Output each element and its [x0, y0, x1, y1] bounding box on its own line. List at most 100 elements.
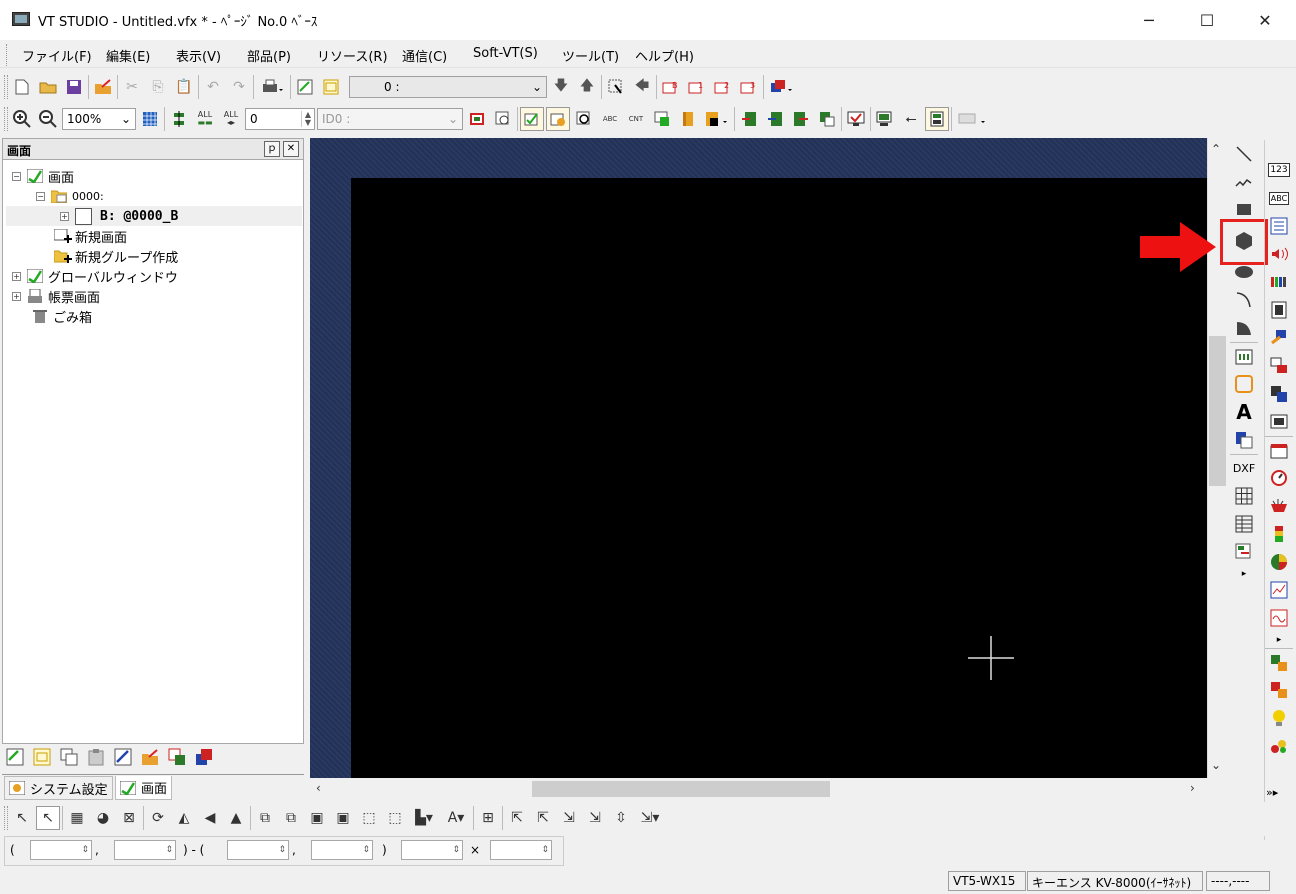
arrow-up-icon[interactable]: 🡅	[575, 75, 599, 99]
cnt-icon[interactable]: CNT	[624, 107, 648, 131]
numeric-display-icon[interactable]: 123	[1265, 156, 1293, 184]
undo-icon[interactable]: ↶	[201, 75, 225, 99]
screen-switch-icon[interactable]	[1265, 408, 1293, 436]
menu-view[interactable]: 表示(V)	[176, 46, 221, 65]
pie-chart-icon[interactable]	[1265, 548, 1293, 576]
monitor-icon[interactable]	[844, 107, 868, 131]
polyline-tool-icon[interactable]	[1230, 168, 1258, 196]
menu-edit[interactable]: 編集(E)	[106, 46, 150, 65]
panel-close-button[interactable]: ✕	[283, 141, 299, 157]
alt-all-icon-2[interactable]: ALL ◂▸	[219, 107, 243, 131]
select-pointer-icon[interactable]: ↖	[36, 806, 60, 830]
send-back-icon[interactable]: ⧉	[279, 806, 303, 830]
open-folder-icon[interactable]	[36, 75, 60, 99]
display-icon[interactable]	[465, 107, 489, 131]
close-button[interactable]: ✕	[1236, 0, 1294, 40]
table-tool-icon[interactable]	[1230, 482, 1258, 510]
switch-icon[interactable]	[1265, 324, 1293, 352]
screen-icon[interactable]	[6, 748, 24, 766]
sector-tool-icon[interactable]	[1230, 314, 1258, 342]
expand-icon[interactable]: +	[60, 211, 69, 221]
numeric-object-icon[interactable]: ▦	[65, 806, 89, 830]
screen-edit-icon[interactable]	[293, 75, 317, 99]
transfer-in-icon[interactable]	[737, 107, 761, 131]
menu-comm[interactable]: 通信(C)	[402, 46, 447, 65]
backward-icon[interactable]: ▣	[331, 806, 355, 830]
tree-item-group[interactable]: − 0000:	[6, 186, 302, 206]
edit-screen-icon[interactable]	[114, 748, 132, 766]
number-shape-icon[interactable]	[1230, 342, 1258, 370]
select-page-icon[interactable]	[604, 75, 628, 99]
align-more-icon[interactable]: ⇲▾	[635, 806, 665, 830]
screen-copy-icon[interactable]	[168, 748, 186, 766]
round-rect-tool-icon[interactable]	[1230, 370, 1258, 398]
usb-icon[interactable]: ⭠	[899, 107, 923, 131]
tree-item-global-window[interactable]: + グローバルウィンドウ	[6, 266, 302, 286]
tab-system-settings[interactable]: システム設定	[4, 776, 113, 800]
print-icon[interactable]	[256, 75, 288, 99]
tree-item-trash[interactable]: ごみ箱	[6, 306, 302, 326]
pin-button[interactable]: ｐ	[264, 141, 280, 157]
device-icon[interactable]	[925, 107, 949, 131]
maximize-button[interactable]: ☐	[1178, 0, 1236, 40]
string-display-icon[interactable]: ABC	[1265, 184, 1293, 212]
arc-tool-icon[interactable]	[1230, 286, 1258, 314]
meter-icon[interactable]	[1265, 492, 1293, 520]
image-tool-icon[interactable]	[1230, 538, 1258, 566]
dxf-tool[interactable]: DXF	[1230, 454, 1258, 482]
horizontal-scroll-thumb[interactable]	[532, 781, 830, 797]
editor-screen-area[interactable]	[351, 178, 1207, 778]
window-switch-icon[interactable]	[1265, 380, 1293, 408]
page-menu-icon[interactable]	[702, 107, 732, 131]
x1-input[interactable]: ⇕	[30, 840, 92, 860]
flip-horizontal-icon[interactable]: ◭	[172, 806, 196, 830]
redo-icon[interactable]: ↷	[227, 75, 251, 99]
flip-left-icon[interactable]: ◀	[198, 806, 222, 830]
save-icon[interactable]	[62, 75, 86, 99]
copy-window-icon[interactable]	[60, 748, 78, 766]
tree-item-report[interactable]: + 帳票画面	[6, 286, 302, 306]
y2-input[interactable]: ⇕	[311, 840, 373, 860]
component-lib-icon[interactable]	[1265, 648, 1293, 676]
new-file-icon[interactable]	[10, 75, 34, 99]
transfer-out-icon[interactable]	[789, 107, 813, 131]
layers-icon[interactable]	[195, 748, 213, 766]
width-input[interactable]: ⇕	[401, 840, 463, 860]
export-folder-icon[interactable]	[141, 748, 159, 766]
calendar-icon[interactable]	[1265, 436, 1293, 464]
timer-icon[interactable]	[1265, 464, 1293, 492]
expand-palette-button[interactable]: »▸	[1266, 786, 1278, 799]
copy-icon[interactable]: ⎘	[146, 75, 170, 99]
tab-order-icon[interactable]: ⊞	[476, 806, 500, 830]
zoom-out-icon[interactable]	[36, 107, 60, 131]
book-icon[interactable]	[676, 107, 700, 131]
expand-icon[interactable]: +	[12, 271, 21, 281]
screen-3-icon[interactable]: 3	[737, 75, 761, 99]
clipboard-icon[interactable]	[87, 748, 105, 766]
multi-switch-icon[interactable]	[1265, 352, 1293, 380]
line-graph-icon[interactable]	[1265, 576, 1293, 604]
search-screen-icon[interactable]	[572, 107, 596, 131]
ungroup-icon[interactable]: ⬚	[383, 806, 407, 830]
scroll-up-icon[interactable]: ⌃	[1211, 142, 1221, 156]
align-bottom-icon[interactable]: ⇲	[583, 806, 607, 830]
collapse-icon[interactable]: −	[36, 191, 45, 201]
abc-icon[interactable]: ABC	[598, 107, 622, 131]
bar-graph-icon[interactable]	[1265, 520, 1293, 548]
x2-input[interactable]: ⇕	[227, 840, 289, 860]
export-icon[interactable]	[91, 75, 115, 99]
paste-icon[interactable]: 📋	[172, 75, 196, 99]
trend-graph-icon[interactable]	[1265, 604, 1293, 632]
zoom-select[interactable]: 100% ⌄	[62, 108, 136, 130]
align-right-icon[interactable]: ⇲	[557, 806, 581, 830]
align-top-icon[interactable]: ⇱	[531, 806, 555, 830]
lamp-icon[interactable]	[1265, 704, 1293, 732]
obj-more[interactable]: ▸	[1265, 632, 1293, 648]
align-menu-icon[interactable]: ▙▾	[409, 806, 439, 830]
expand-icon[interactable]: +	[12, 291, 21, 301]
scroll-down-icon[interactable]: ⌄	[1211, 758, 1221, 772]
paint-icon[interactable]: ◕	[91, 806, 115, 830]
film-icon[interactable]	[1265, 296, 1293, 324]
align-icon[interactable]	[167, 107, 191, 131]
transfer-memory-icon[interactable]	[815, 107, 839, 131]
